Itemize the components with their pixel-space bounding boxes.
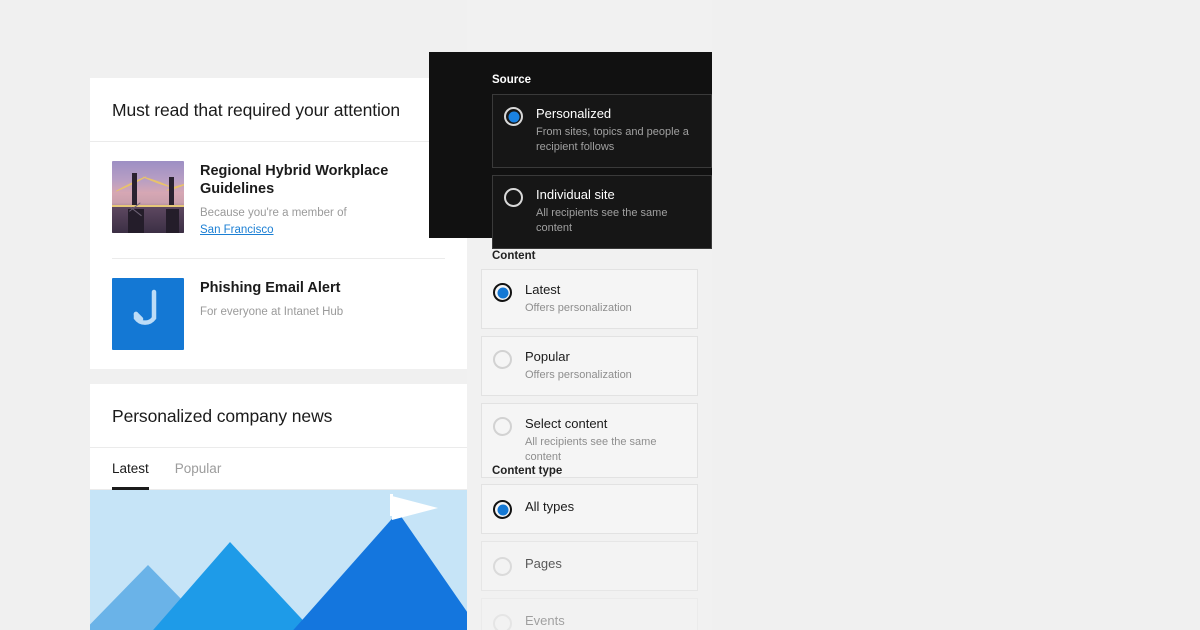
content-option-popular[interactable]: Popular Offers personalization <box>481 336 698 397</box>
radio-icon[interactable] <box>504 107 523 126</box>
article-subtitle: For everyone at Intanet Hub <box>200 305 344 318</box>
source-option-title: Individual site <box>536 187 615 203</box>
content-type-option-title: All types <box>525 499 575 514</box>
radio-icon[interactable] <box>493 283 512 302</box>
company-news-title: Personalized company news <box>112 405 333 426</box>
content-option-desc: All recipients see the same content <box>525 436 657 464</box>
company-news-card: Personalized company news Latest Popular… <box>90 383 467 630</box>
list-item[interactable]: Phishing Email Alert For everyone at Int… <box>112 259 445 369</box>
radio-icon[interactable] <box>493 557 512 576</box>
source-option-individual-site[interactable]: Individual site All recipients see the s… <box>492 175 712 250</box>
source-option-desc: From sites, topics and people a recipien… <box>536 125 689 154</box>
must-read-list: Regional Hybrid Workplace Guidelines Bec… <box>90 142 467 369</box>
newsletter-preview: Must read that required your attention R… <box>90 78 467 630</box>
content-type-option-pages[interactable]: Pages <box>481 541 698 591</box>
content-option-title: Popular <box>525 349 570 365</box>
company-news-header: Personalized company news <box>90 384 467 448</box>
tab-popular[interactable]: Popular <box>175 448 222 490</box>
radio-icon[interactable] <box>493 614 512 630</box>
radio-icon[interactable] <box>493 350 512 370</box>
source-option-personalized[interactable]: Personalized From sites, topics and peop… <box>492 94 712 169</box>
article-source-link[interactable]: San Francisco <box>200 222 445 239</box>
article-title: Regional Hybrid Workplace Guidelines <box>200 163 389 198</box>
source-option-desc: All recipients see the same content <box>536 207 668 235</box>
content-option-latest[interactable]: Latest Offers personalization <box>481 269 698 330</box>
fishing-hook-icon <box>112 277 184 350</box>
source-options: Personalized From sites, topics and peop… <box>492 94 712 250</box>
article-text: Phishing Email Alert For everyone at Int… <box>200 278 343 350</box>
content-type-section-label: Content type <box>492 465 563 477</box>
radio-icon[interactable] <box>493 417 512 437</box>
must-read-header: Must read that required your attention <box>90 78 467 142</box>
article-title: Phishing Email Alert <box>200 279 341 296</box>
content-option-title: Select content <box>525 416 608 432</box>
content-type-option-all-types[interactable]: All types <box>481 484 698 534</box>
content-option-desc: Offers personalization <box>525 301 632 314</box>
must-read-title: Must read that required your attention <box>112 100 401 120</box>
content-type-option-title: Events <box>525 613 565 628</box>
article-subtitle: Because you're a member of <box>200 207 347 220</box>
screenshot-root: Must read that required your attention R… <box>0 0 1200 630</box>
content-type-option-events[interactable]: Events <box>481 598 698 630</box>
content-option-title: Latest <box>525 282 561 297</box>
tab-latest[interactable]: Latest <box>112 448 149 490</box>
content-option-desc: Offers personalization <box>525 368 632 381</box>
news-tabs: Latest Popular <box>90 448 467 490</box>
radio-icon[interactable] <box>493 500 512 519</box>
source-spotlight-overlay: Source Personalized From sites, topics a… <box>429 52 712 250</box>
content-section: Content Latest Offers personalization Po… <box>467 250 712 485</box>
list-item[interactable]: Regional Hybrid Workplace Guidelines Bec… <box>112 142 445 259</box>
content-type-option-title: Pages <box>525 556 562 571</box>
article-text: Regional Hybrid Workplace Guidelines Bec… <box>200 161 445 239</box>
mountain-peaks-with-flag-illustration[interactable] <box>90 489 467 630</box>
source-option-title: Personalized <box>536 106 612 121</box>
source-section-label: Source <box>492 74 531 86</box>
content-type-section: Content type All types Pages Events <box>467 465 712 630</box>
card-gap <box>90 368 467 384</box>
radio-icon[interactable] <box>504 188 523 208</box>
must-read-card: Must read that required your attention R… <box>90 78 467 369</box>
content-section-label: Content <box>492 250 536 262</box>
bay-bridge-photo <box>112 161 184 233</box>
